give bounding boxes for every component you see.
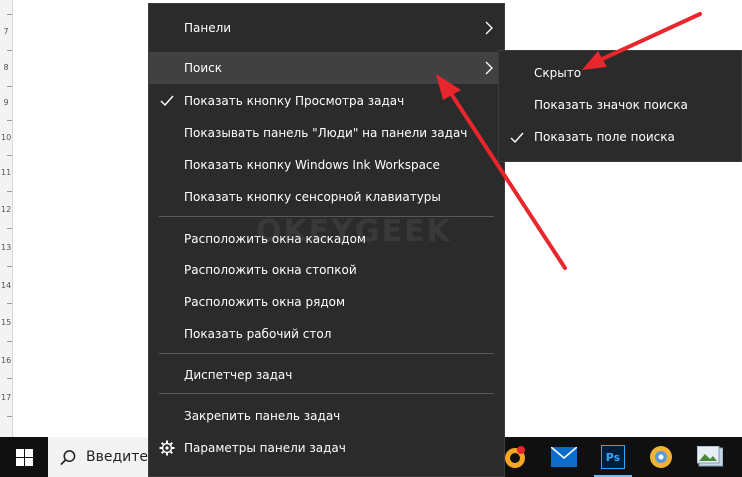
ruler-tick: [7, 228, 12, 229]
menu-item-taskbar-settings[interactable]: Параметры панели задач: [149, 432, 504, 464]
menu-item-lock-taskbar[interactable]: Закрепить панель задач: [149, 400, 504, 432]
menu-item-side-by-side-windows[interactable]: Расположить окна рядом: [149, 286, 504, 318]
ruler-tick: [7, 303, 12, 304]
ruler-tick: [7, 14, 12, 15]
menu-item-touch-keyboard[interactable]: Показать кнопку сенсорной клавиатуры: [149, 181, 504, 213]
ruler-number: 12: [1, 205, 12, 214]
taskbar-context-menu: Панели Поиск Показать кнопку Просмотра з…: [148, 3, 505, 477]
submenu-item-show-search-box[interactable]: Показать поле поиска: [499, 122, 741, 154]
mail-icon: [551, 447, 577, 467]
ruler-number: 10: [1, 133, 12, 142]
checkmark-icon: [510, 132, 524, 144]
taskbar-mail[interactable]: [541, 437, 587, 477]
menu-item-people-panel[interactable]: Показывать панель "Люди" на панели задач: [149, 117, 504, 149]
ruler-number: 14: [1, 281, 12, 290]
chevron-right-icon: [485, 21, 493, 35]
menu-item-search[interactable]: Поиск: [149, 52, 504, 84]
ruler-tick: [7, 416, 12, 417]
ruler-tick: [7, 155, 12, 156]
ruler-number: 7: [3, 27, 9, 36]
xnview-icon: [650, 446, 672, 468]
taskbar-search-box[interactable]: Введите: [48, 437, 148, 477]
menu-item-stack-windows[interactable]: Расположить окна стопкой: [149, 254, 504, 286]
menu-separator: [159, 393, 494, 394]
submenu-item-label: Скрыто: [534, 66, 582, 80]
ruler-number: 16: [1, 356, 12, 365]
ruler-number: 9: [3, 98, 9, 107]
ruler-tick: [7, 191, 12, 192]
menu-item-label: Показать рабочий стол: [184, 327, 332, 341]
search-submenu: Скрыто Показать значок поиска Показать п…: [498, 50, 742, 162]
taskbar-photos[interactable]: [687, 437, 733, 477]
submenu-item-label: Показать значок поиска: [534, 98, 688, 112]
submenu-item-hidden[interactable]: Скрыто: [499, 58, 741, 90]
menu-item-label: Показать кнопку Просмотра задач: [184, 94, 405, 108]
menu-item-label: Панели: [184, 21, 232, 35]
menu-item-label: Диспетчер задач: [184, 368, 293, 382]
taskbar-photoshop[interactable]: Ps: [590, 437, 636, 477]
submenu-item-show-search-icon[interactable]: Показать значок поиска: [499, 90, 741, 122]
menu-item-task-view-button[interactable]: Показать кнопку Просмотра задач: [149, 85, 504, 117]
ruler-number: 8: [3, 63, 9, 72]
checkmark-icon: [160, 95, 174, 107]
menu-item-task-manager[interactable]: Диспетчер задач: [149, 359, 504, 391]
menu-item-label: Расположить окна каскадом: [184, 232, 366, 246]
menu-item-label: Параметры панели задач: [184, 441, 346, 455]
menu-separator: [159, 353, 494, 354]
gear-icon: [159, 440, 175, 456]
submenu-item-label: Показать поле поиска: [534, 130, 675, 144]
vertical-ruler: 7 8 9 10 11 12 13 14 15 16 17: [0, 0, 13, 437]
taskbar-xnview[interactable]: [638, 437, 684, 477]
menu-item-label: Показать кнопку Windows Ink Workspace: [184, 158, 440, 172]
ruler-tick: [7, 120, 12, 121]
ruler-tick: [7, 50, 12, 51]
music-app-icon: [505, 446, 525, 468]
chevron-right-icon: [485, 61, 493, 75]
start-button[interactable]: [0, 437, 48, 477]
search-box-text: Введите: [85, 449, 148, 465]
menu-item-label: Расположить окна стопкой: [184, 263, 357, 277]
menu-item-label: Показать кнопку сенсорной клавиатуры: [184, 190, 441, 204]
menu-item-label: Расположить окна рядом: [184, 295, 346, 309]
photos-icon: [697, 446, 723, 467]
ruler-number: 15: [1, 318, 12, 327]
menu-separator: [159, 216, 494, 217]
menu-item-panels[interactable]: Панели: [149, 12, 504, 44]
ruler-tick: [7, 266, 12, 267]
ruler-number: 17: [1, 393, 12, 402]
ruler-tick: [7, 378, 12, 379]
search-icon: [60, 449, 76, 465]
menu-item-windows-ink[interactable]: Показать кнопку Windows Ink Workspace: [149, 149, 504, 181]
menu-item-label: Поиск: [184, 61, 223, 75]
ruler-number: 11: [1, 168, 12, 177]
menu-item-show-desktop[interactable]: Показать рабочий стол: [149, 318, 504, 350]
photoshop-icon: Ps: [601, 445, 625, 469]
ruler-tick: [7, 86, 12, 87]
menu-item-label: Показывать панель "Люди" на панели задач: [184, 126, 468, 140]
ruler-tick: [7, 341, 12, 342]
windows-logo-icon: [15, 448, 33, 466]
menu-item-label: Закрепить панель задач: [184, 409, 341, 423]
menu-item-cascade-windows[interactable]: Расположить окна каскадом: [149, 223, 504, 255]
ruler-number: 13: [1, 243, 12, 252]
